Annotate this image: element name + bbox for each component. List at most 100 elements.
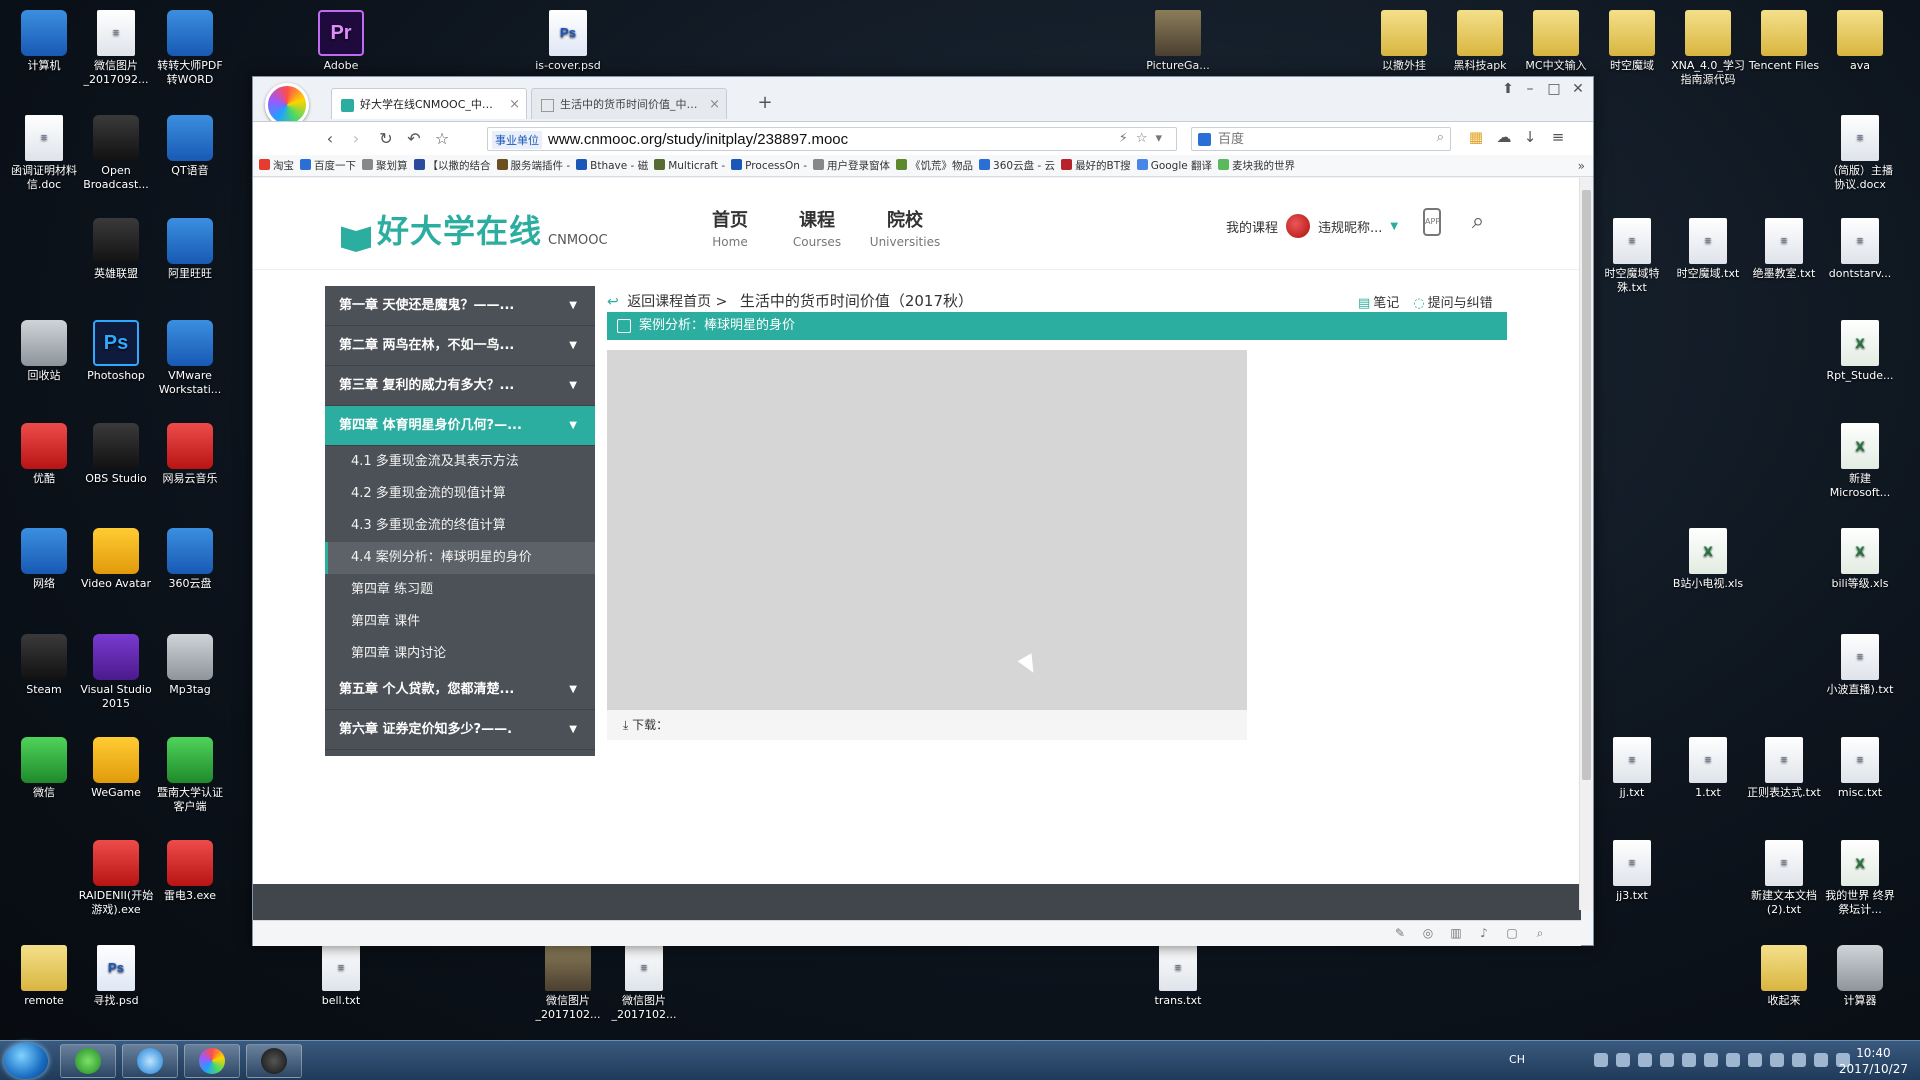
desktop-icon[interactable]: ≡ 时空魔域.txt: [1670, 218, 1746, 281]
username[interactable]: 违规昵称...: [1318, 217, 1382, 236]
tab-course[interactable]: 生活中的货币时间价值_中国大... ×: [531, 88, 727, 119]
avatar[interactable]: [1286, 214, 1311, 238]
maximize-button[interactable]: □: [1543, 81, 1565, 97]
new-tab-button[interactable]: +: [751, 89, 779, 117]
tray-icon[interactable]: [1748, 1053, 1762, 1067]
desktop-icon[interactable]: ≡ jj3.txt: [1594, 840, 1670, 903]
desktop-icon[interactable]: ≡ dontstarv...: [1822, 218, 1898, 281]
desktop-icon[interactable]: Visual Studio 2015: [78, 634, 154, 711]
desktop-icon[interactable]: ≡ bell.txt: [303, 945, 379, 1008]
back-arrow-icon[interactable]: ↩: [607, 294, 619, 310]
desktop-icon[interactable]: VMware Workstati...: [152, 320, 228, 397]
vertical-scrollbar[interactable]: [1579, 178, 1593, 910]
desktop-icon[interactable]: 回收站: [6, 320, 82, 383]
desktop-icon[interactable]: Mp3tag: [152, 634, 228, 697]
desktop-icon[interactable]: ≡ 微信图片_2017092...: [78, 10, 154, 87]
chevron-down-icon[interactable]: ▼: [569, 670, 577, 710]
tray-icon[interactable]: [1726, 1053, 1740, 1067]
clock[interactable]: 10:40 2017/10/27: [1839, 1045, 1908, 1077]
chevron-down-icon[interactable]: ▼: [569, 710, 577, 750]
tray-icon[interactable]: [1594, 1053, 1608, 1067]
tray-icon[interactable]: [1682, 1053, 1696, 1067]
desktop-icon[interactable]: Video Avatar: [78, 528, 154, 591]
desktop-icon[interactable]: ≡ trans.txt: [1140, 945, 1216, 1008]
mobile-app-icon[interactable]: APP: [1423, 208, 1449, 236]
desktop-icon[interactable]: ≡ 函调证明材料信.doc: [6, 115, 82, 192]
bookmark-item[interactable]: Bthave - 磁: [576, 155, 648, 176]
video-player[interactable]: [607, 350, 1247, 710]
favorite-star-icon[interactable]: ☆: [431, 128, 453, 150]
nav-universities[interactable]: 院校 Universities: [857, 206, 953, 249]
search-box[interactable]: ⌕: [1191, 127, 1451, 151]
desktop-icon[interactable]: ≡ 新建文本文档 (2).txt: [1746, 840, 1822, 917]
start-button[interactable]: [4, 1043, 48, 1079]
desktop-icon[interactable]: ≡ 小波直播).txt: [1822, 634, 1898, 697]
apps-grid-icon[interactable]: ▦: [1465, 128, 1487, 146]
desktop-icon[interactable]: Ps is-cover.psd: [530, 10, 606, 73]
lesson-item[interactable]: 4.3 多重现金流的终值计算: [325, 510, 595, 542]
lesson-item[interactable]: 4.4 案例分析：棒球明星的身价: [325, 542, 595, 574]
chapter-item[interactable]: 第六章 证券定价知多少?——. ▼: [325, 710, 595, 750]
desktop-icon[interactable]: MC中文输入: [1518, 10, 1594, 73]
qa-button[interactable]: ◌ 提问与纠错: [1413, 292, 1492, 311]
desktop-icon[interactable]: XNA_4.0_学习指南源代码: [1670, 10, 1746, 87]
forward-icon[interactable]: ›: [345, 128, 367, 150]
desktop-icon[interactable]: X 我的世界 终界祭坛计...: [1822, 840, 1898, 917]
chevron-down-icon[interactable]: ▼: [569, 406, 577, 446]
chapter-item[interactable]: 第一章 天使还是魔鬼？——... ▼: [325, 286, 595, 326]
desktop-icon[interactable]: 阿里旺旺: [152, 218, 228, 281]
back-icon[interactable]: ‹: [319, 128, 341, 150]
desktop-icon[interactable]: 时空魔域: [1594, 10, 1670, 73]
taskbar-app-browser[interactable]: [184, 1044, 240, 1078]
menu-icon[interactable]: ≡: [1547, 128, 1569, 146]
taskbar-app-qq[interactable]: [122, 1044, 178, 1078]
desktop-icon[interactable]: 转转大师PDF转WORD: [152, 10, 228, 87]
download-icon[interactable]: ↓: [1519, 128, 1541, 146]
taskbar-app-360[interactable]: [60, 1044, 116, 1078]
window-icon[interactable]: ▢: [1505, 926, 1519, 940]
desktop-icon[interactable]: Tencent Files: [1746, 10, 1822, 73]
desktop-icon[interactable]: 网易云音乐: [152, 423, 228, 486]
desktop-icon[interactable]: ≡ （简版）主播协议.docx: [1822, 115, 1898, 192]
lesson-item[interactable]: 第四章 课件: [325, 606, 595, 638]
input-language[interactable]: CH: [1509, 1053, 1525, 1066]
chapter-item[interactable]: 第四章 体育明星身价几何?—... ▼: [325, 406, 595, 446]
tray-icon[interactable]: [1770, 1053, 1784, 1067]
undo-icon[interactable]: ↶: [403, 128, 425, 150]
download-label[interactable]: 下载：: [632, 718, 668, 732]
bookmark-item[interactable]: Multicraft -: [654, 155, 725, 176]
address-tools-icon[interactable]: ⚡☆▾: [1119, 131, 1170, 146]
trash-icon[interactable]: ▥: [1449, 926, 1463, 940]
bookmark-item[interactable]: 最好的BT搜: [1061, 155, 1131, 176]
chapter-item[interactable]: 第五章 个人贷款，您都清楚... ▼: [325, 670, 595, 710]
tray-icon[interactable]: [1638, 1053, 1652, 1067]
desktop-icon[interactable]: 微信: [6, 737, 82, 800]
bookmark-item[interactable]: 用户登录窗体: [813, 155, 890, 176]
desktop-icon[interactable]: QT语音: [152, 115, 228, 178]
desktop-icon[interactable]: X 新建 Microsoft...: [1822, 423, 1898, 500]
search-input[interactable]: [1218, 130, 1418, 148]
scrollbar-thumb[interactable]: [1582, 190, 1591, 780]
desktop-icon[interactable]: 优酷: [6, 423, 82, 486]
lesson-item[interactable]: 第四章 课内讨论: [325, 638, 595, 670]
desktop-icon[interactable]: 微信图片_2017102...: [530, 945, 606, 1022]
desktop-icon[interactable]: Pr Adobe: [303, 10, 379, 73]
desktop-icon[interactable]: 计算器: [1822, 945, 1898, 1008]
pin-status-icon[interactable]: ✎: [1393, 926, 1407, 940]
desktop-icon[interactable]: PictureGa...: [1140, 10, 1216, 73]
desktop-icon[interactable]: ≡ misc.txt: [1822, 737, 1898, 800]
desktop-icon[interactable]: remote: [6, 945, 82, 1008]
chevron-down-icon[interactable]: ▼: [569, 286, 577, 326]
notes-button[interactable]: ▤ 笔记: [1358, 292, 1399, 311]
tray-icon[interactable]: [1814, 1053, 1828, 1067]
desktop-icon[interactable]: X B站小电视.xls: [1670, 528, 1746, 591]
pin-icon[interactable]: ⬆: [1497, 81, 1519, 97]
desktop-icon[interactable]: 以撒外挂: [1366, 10, 1442, 73]
bookmark-item[interactable]: Google 翻译: [1136, 155, 1212, 176]
refresh-icon[interactable]: ↻: [375, 128, 397, 150]
bookmark-item[interactable]: 《饥荒》物品: [896, 155, 973, 176]
desktop-icon[interactable]: ≡ 绝墨教室.txt: [1746, 218, 1822, 281]
desktop-icon[interactable]: 网络: [6, 528, 82, 591]
desktop-icon[interactable]: 收起来: [1746, 945, 1822, 1008]
chevron-down-icon[interactable]: ▼: [569, 326, 577, 366]
